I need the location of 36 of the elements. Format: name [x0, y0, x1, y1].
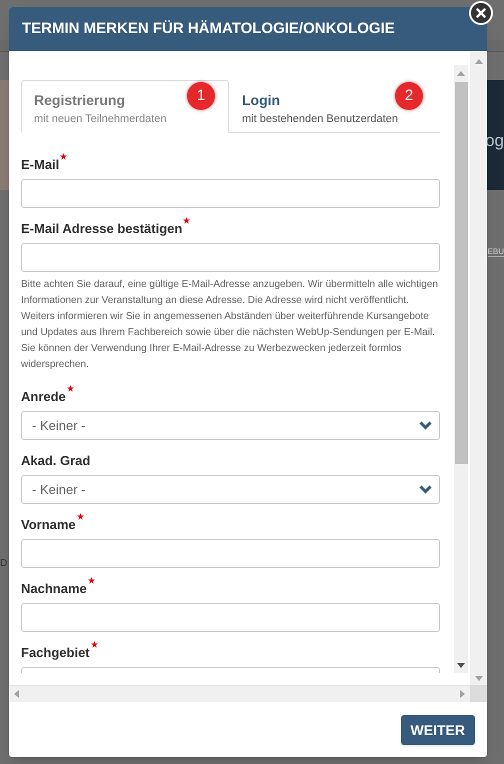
- help-text: Weiters informieren wir Sie in angemessenen Abständen über weiterführende Kursangebote und Updates aus Ihrem Fachbereich sowie über die nächsten WebUp-Sendungen per E-Mail. Sie können der Verwendung Ihrer E-Mail-Adresse zu Werbezwecken jederzeit formlos widersprechen.: [21, 310, 436, 372]
- select-field[interactable]: - Keiner -: [21, 475, 440, 504]
- scroll-right-icon[interactable]: [460, 690, 465, 698]
- field-label: Fachgebiet: [21, 644, 90, 662]
- close-button[interactable]: [469, 1, 493, 25]
- scrollbar-thumb[interactable]: [454, 82, 468, 464]
- background-text: D: [0, 559, 8, 569]
- field-label: Anrede: [21, 388, 66, 406]
- close-icon: [476, 8, 486, 18]
- help-text: Bitte achten Sie darauf, eine gültige E-Mail-Adresse anzugeben. Wir übermitteln alle wichtigen Informationen zur Veranstaltung an diese Adresse. Die Adresse wird nicht veröffentlicht.: [21, 278, 439, 308]
- chevron-down-icon: [419, 485, 432, 494]
- input-field[interactable]: [21, 539, 440, 568]
- field-label: E-Mail: [21, 156, 60, 174]
- scroll-down-icon[interactable]: [457, 663, 465, 668]
- input-field[interactable]: [21, 603, 440, 632]
- next-button[interactable]: WEITER: [400, 715, 475, 745]
- field-label: E-Mail Adresse bestätigen: [21, 220, 182, 238]
- select-field[interactable]: - Keiner -: [21, 411, 440, 440]
- input-field[interactable]: [21, 179, 440, 208]
- tab[interactable]: Login mit bestehenden Benutzerdaten 2: [229, 80, 437, 133]
- input-field[interactable]: [21, 243, 440, 272]
- scrollbar[interactable]: [470, 51, 487, 685]
- tab[interactable]: Registrierung mit neuen Teilnehmerdaten 1: [21, 80, 229, 133]
- field-label: Vorname: [21, 516, 76, 534]
- scroll-up-icon[interactable]: [457, 71, 465, 76]
- scrollbar[interactable]: [454, 65, 468, 673]
- field-label: Nachname: [21, 580, 87, 598]
- step-badge: 1: [187, 82, 215, 110]
- step-badge: 2: [395, 82, 423, 110]
- chevron-down-icon: [419, 421, 432, 430]
- field-label: Akad. Grad: [21, 452, 90, 470]
- scrollbar[interactable]: [9, 685, 470, 702]
- scrollbar-corner: [470, 685, 487, 702]
- scroll-left-icon[interactable]: [14, 690, 19, 698]
- scroll-up-icon[interactable]: [474, 59, 482, 64]
- dialog-title: TERMIN MERKEN FÜR HÄMATOLOGIE/ONKOLOGIE: [22, 18, 395, 39]
